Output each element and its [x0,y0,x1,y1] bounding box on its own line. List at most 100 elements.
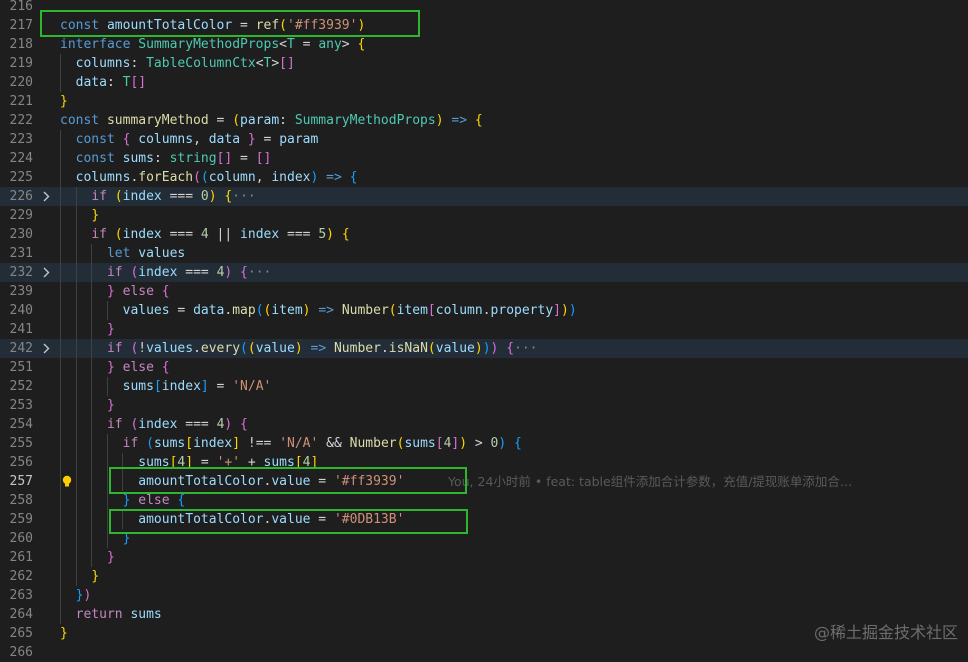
code-token: map [232,303,256,318]
code-line[interactable]: 230 if (index === 4 || index === 5) { [0,225,968,244]
line-number: 222 [9,113,33,128]
code-text: const summaryMethod = (param: SummaryMet… [60,111,483,130]
code-line[interactable]: 254 if (index === 4) { [0,415,968,434]
code-text: } [60,548,115,567]
code-token: { [240,265,248,280]
code-token: if [106,265,131,280]
code-token: ) [83,588,92,603]
code-token: === [279,227,319,242]
watermark: @稀土掘金技术社区 [813,623,958,642]
code-token: 4 [200,227,209,242]
code-line[interactable]: 240 values = data.map((item) => Number(i… [0,301,968,320]
code-token: = [208,113,233,128]
code-token: every [200,341,241,356]
code-token: } [106,322,115,337]
code-text: if (index === 4 || index === 5) { [60,225,350,244]
code-token: ] [553,303,561,318]
code-token: else [114,360,162,375]
code-token: !== [240,436,280,451]
code-line[interactable]: 220 data: T[] [0,73,968,92]
code-token: = [208,379,233,394]
code-line[interactable]: 252 sums[index] = 'N/A' [0,377,968,396]
code-text: } [60,92,68,111]
line-number: 218 [9,37,33,52]
code-token: [] [130,75,147,90]
code-text: } else { [60,358,170,377]
code-text: } [60,567,99,586]
code-editor[interactable]: 216 217 const amountTotalColor = ref('#ff3… [0,0,968,662]
line-number: 255 [9,436,33,451]
code-line[interactable]: 262 } [0,567,968,586]
code-token: index [240,227,280,242]
code-line[interactable]: 223 const { columns, data } = param [0,130,968,149]
code-line[interactable]: 263 }) [0,586,968,605]
line-number: 252 [9,379,33,394]
line-number: 256 [9,455,33,470]
code-token: ( [200,170,209,185]
code-line[interactable]: 221} [0,92,968,111]
code-token: sums [404,436,436,451]
code-text: sums[index] = 'N/A' [60,377,272,396]
code-token: if [106,417,131,432]
code-line[interactable]: 229 } [0,206,968,225]
line-number: 258 [9,493,33,508]
code-token: 0 [200,189,209,204]
line-number: 230 [9,227,33,242]
code-line[interactable]: 226 if (index === 0) {··· [0,187,968,206]
code-token: sums [122,151,154,166]
code-line[interactable]: 225 columns.forEach((column, index) => { [0,168,968,187]
line-number: 241 [9,322,33,337]
code-token: T [287,37,295,52]
code-line[interactable]: 253 } [0,396,968,415]
code-line[interactable]: 231 let values [0,244,968,263]
code-token: const [75,132,123,147]
annotation-box-line-259 [109,509,468,534]
code-token: { [240,417,248,432]
code-line[interactable]: 241 } [0,320,968,339]
code-token: ( [193,170,201,185]
code-token: } [60,94,68,109]
code-line[interactable]: 219 columns: TableColumnCtx<T>[] [0,54,968,73]
code-token: isNaN [388,341,428,356]
line-number: 254 [9,417,33,432]
code-line[interactable]: 224 const sums: string[] = [] [0,149,968,168]
code-token: : [130,56,147,71]
code-token: ( [232,113,241,128]
code-token: > [271,56,280,71]
code-text: } [60,206,99,225]
code-token: { [341,227,350,242]
code-text: if (index === 4) {··· [60,263,271,282]
code-line[interactable]: 255 if (sums[index] !== 'N/A' && Number(… [0,434,968,453]
code-token: [] [279,56,295,71]
code-token: ( [240,341,248,356]
code-token: string [169,151,217,166]
code-token: } [60,626,68,641]
code-line[interactable]: 251 } else { [0,358,968,377]
code-token: item [396,303,428,318]
code-line[interactable]: 222 const summaryMethod = (param: Summary… [0,111,968,130]
line-number: 264 [9,607,33,622]
code-line[interactable]: 261 } [0,548,968,567]
code-token: [ [427,303,436,318]
code-token: else [130,493,178,508]
code-line[interactable]: 218 interface SummaryMethodProps<T = any>… [0,35,968,54]
code-token: => [310,303,342,318]
code-token: } [106,360,115,375]
code-token: sums [122,379,154,394]
code-line[interactable]: 232 if (index === 4) {··· [0,263,968,282]
code-token: . [482,303,491,318]
code-line[interactable]: 242 if (!values.every((value) => Number.… [0,339,968,358]
code-text: const sums: string[] = [] [60,149,272,168]
code-text: return sums [60,605,162,624]
code-token: ) [482,341,491,356]
code-token: } [106,284,115,299]
code-line[interactable]: 239 } else { [0,282,968,301]
